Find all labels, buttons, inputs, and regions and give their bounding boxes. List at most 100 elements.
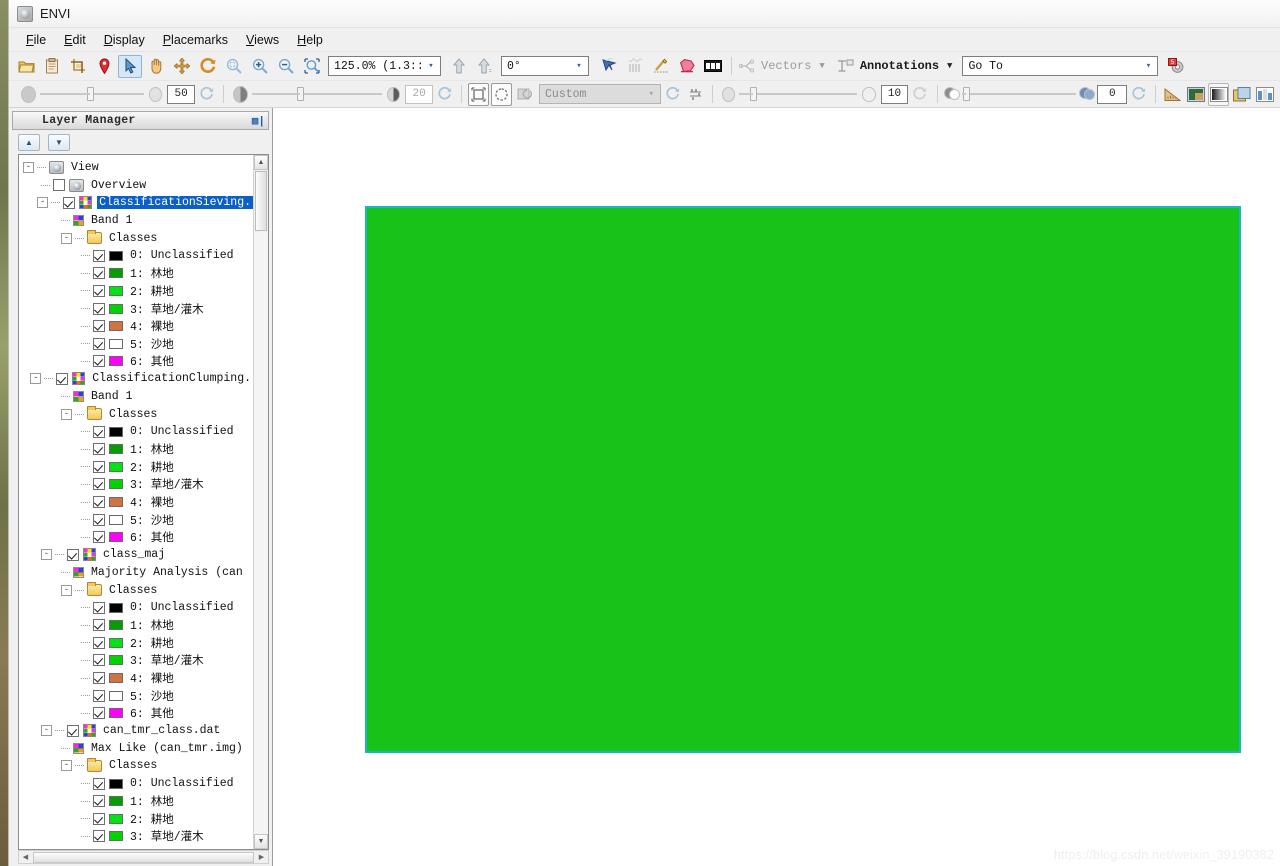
class-checkbox[interactable] (93, 531, 105, 544)
stretch-type-combo[interactable]: Custom ▾ (539, 84, 662, 104)
tree-node-band[interactable]: Majority Analysis (can (19, 564, 253, 582)
class-checkbox[interactable] (93, 425, 105, 438)
class-checkbox[interactable] (93, 478, 105, 491)
expander-icon[interactable]: - (37, 197, 49, 209)
menu-display[interactable]: Display (95, 31, 154, 49)
sharpen-value[interactable]: 10 (880, 84, 909, 104)
image-view-area[interactable]: https://blog.csdn.net/weixin_39190382 (273, 108, 1280, 866)
tree-node-class[interactable]: 1: 林地 (19, 616, 253, 634)
class-checkbox[interactable] (93, 337, 105, 350)
tree-node-classes-folder[interactable]: - Classes (19, 405, 253, 423)
histogram-icon[interactable] (685, 83, 706, 106)
zoom-in-icon[interactable] (248, 55, 272, 78)
class-checkbox[interactable] (93, 443, 105, 456)
class-color-swatch[interactable] (109, 356, 123, 367)
class-checkbox[interactable] (93, 672, 105, 685)
class-checkbox[interactable] (93, 619, 105, 632)
rotate-icon[interactable] (196, 55, 220, 78)
brightness-slider[interactable] (39, 87, 144, 101)
transparency-value[interactable]: 0 (1097, 84, 1128, 104)
zoom-fit-icon[interactable] (222, 55, 246, 78)
chart-display-icon[interactable] (1254, 83, 1275, 106)
measurement-ruler-icon[interactable] (1162, 83, 1183, 106)
pan-hand-icon[interactable] (144, 55, 168, 78)
tree-node-class[interactable]: 5: 沙地 (19, 511, 253, 529)
class-checkbox[interactable] (93, 460, 105, 473)
expander-icon[interactable]: - (30, 373, 42, 385)
classified-land-cover-raster[interactable] (365, 206, 1241, 753)
class-color-swatch[interactable] (109, 708, 123, 719)
expander-icon[interactable]: - (61, 232, 72, 244)
class-color-swatch[interactable] (109, 285, 123, 296)
tree-node-view[interactable]: - View (19, 159, 253, 177)
contrast-slider[interactable] (251, 87, 382, 101)
class-checkbox[interactable] (93, 636, 105, 649)
class-checkbox[interactable] (93, 812, 105, 825)
tree-node-class[interactable]: 4: 裸地 (19, 669, 253, 687)
tree-node-class[interactable]: 6: 其他 (19, 353, 253, 371)
tree-node-class[interactable]: 2: 耕地 (19, 810, 253, 828)
class-checkbox[interactable] (93, 355, 105, 368)
expander-icon[interactable]: - (61, 760, 72, 772)
tree-node-class[interactable]: 0: Unclassified (19, 599, 253, 617)
tree-node-class[interactable]: 3: 草地/灌木 (19, 828, 253, 846)
class-color-swatch[interactable] (109, 444, 123, 455)
placemark-pin-icon[interactable] (92, 55, 116, 78)
class-color-swatch[interactable] (109, 655, 123, 666)
rotate-to-north-icon[interactable] (473, 55, 497, 78)
tree-node-class[interactable]: 0: Unclassified (19, 247, 253, 265)
layer-tree[interactable]: - View Overview - ClassificationSieving.… (19, 155, 253, 849)
tree-node-class[interactable]: 6: 其他 (19, 528, 253, 546)
north-up-icon[interactable] (447, 55, 471, 78)
contrast-value[interactable]: 20 (405, 84, 434, 104)
tree-node-layer[interactable]: - class_maj (19, 546, 253, 564)
class-checkbox[interactable] (93, 267, 105, 280)
class-checkbox[interactable] (93, 320, 105, 333)
cursor-select-icon[interactable] (118, 54, 142, 78)
class-color-swatch[interactable] (109, 602, 123, 613)
zoom-out-icon[interactable] (274, 55, 298, 78)
grayscale-display-icon[interactable] (1208, 82, 1230, 106)
roi-tool-icon[interactable] (675, 55, 699, 78)
class-color-swatch[interactable] (109, 268, 123, 279)
cursor-value-icon[interactable] (597, 55, 621, 78)
tree-node-class[interactable]: 2: 耕地 (19, 634, 253, 652)
layer-tree-horizontal-scrollbar[interactable]: ◀ ▶ (18, 850, 269, 864)
scroll-left-icon[interactable]: ◀ (19, 851, 32, 863)
tree-node-class[interactable]: 0: Unclassified (19, 775, 253, 793)
class-checkbox[interactable] (93, 777, 105, 790)
scrollbar-track[interactable] (254, 232, 268, 834)
expander-icon[interactable]: - (61, 584, 72, 596)
fly-move-icon[interactable] (170, 55, 194, 78)
menu-placemarks[interactable]: Placemarks (154, 31, 237, 49)
tree-node-class[interactable]: 1: 林地 (19, 265, 253, 283)
tree-node-class[interactable]: 5: 沙地 (19, 687, 253, 705)
zoom-level-combo[interactable]: 125.0% (1.3:: ▾ (328, 56, 441, 76)
vectors-chevron-down-icon[interactable]: ▼ (819, 61, 824, 71)
tree-node-class[interactable]: 3: 草地/灌木 (19, 476, 253, 494)
class-checkbox[interactable] (93, 830, 105, 843)
class-color-swatch[interactable] (109, 250, 123, 261)
class-color-swatch[interactable] (109, 673, 123, 684)
scroll-down-icon[interactable]: ▼ (254, 834, 268, 849)
tree-node-class[interactable]: 4: 裸地 (19, 317, 253, 335)
annotations-chevron-down-icon[interactable]: ▼ (947, 61, 952, 71)
stretch-on-roi-icon[interactable] (490, 82, 512, 106)
class-color-swatch[interactable] (109, 813, 123, 824)
tree-node-classes-folder[interactable]: - Classes (19, 229, 253, 247)
reset-transparency-icon[interactable] (1128, 83, 1149, 106)
class-checkbox[interactable] (93, 496, 105, 509)
layer-checkbox[interactable] (56, 372, 69, 385)
crop-icon[interactable] (66, 55, 90, 78)
class-checkbox[interactable] (93, 795, 105, 808)
move-layer-down-icon[interactable]: ▼ (48, 133, 70, 151)
class-color-swatch[interactable] (109, 620, 123, 631)
tree-node-band[interactable]: Band 1 (19, 388, 253, 406)
class-color-swatch[interactable] (109, 514, 123, 525)
class-color-swatch[interactable] (109, 778, 123, 789)
tree-node-class[interactable]: 1: 林地 (19, 441, 253, 459)
menu-edit[interactable]: Edit (55, 31, 95, 49)
tree-node-class[interactable]: 5: 沙地 (19, 335, 253, 353)
preferences-gear-icon[interactable]: 5 (1164, 55, 1188, 78)
class-color-swatch[interactable] (109, 461, 123, 472)
